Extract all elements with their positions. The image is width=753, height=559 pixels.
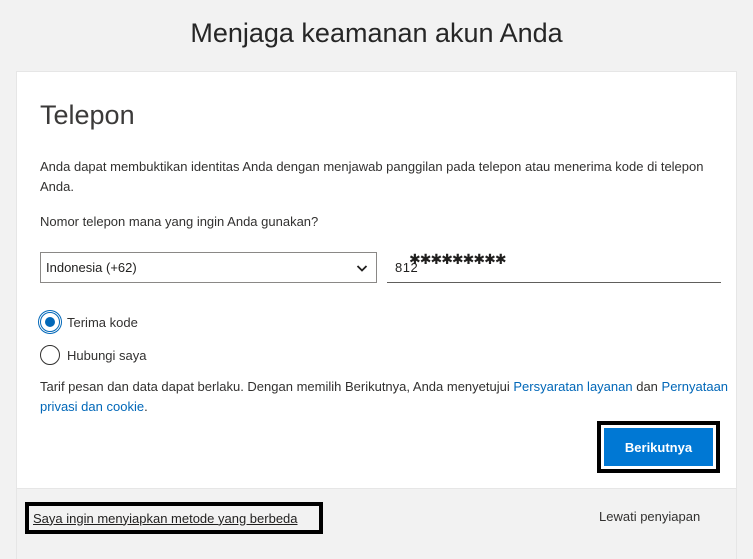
radio-call-me-label: Hubungi saya xyxy=(67,347,147,363)
alt-method-highlight: Saya ingin menyiapkan metode yang berbed… xyxy=(25,502,323,534)
description-text: Anda dapat membuktikan identitas Anda de… xyxy=(40,159,704,194)
terms-of-service-link[interactable]: Persyaratan layanan xyxy=(513,379,632,394)
radio-receive-code-label: Terima kode xyxy=(67,314,138,330)
skip-setup-link[interactable]: Lewati penyiapan xyxy=(599,509,700,524)
phone-question: Nomor telepon mana yang ingin Anda gunak… xyxy=(40,214,319,229)
terms-text: Tarif pesan dan data dapat berlaku. Deng… xyxy=(40,377,730,417)
terms-suffix: . xyxy=(144,399,148,414)
terms-prefix: Tarif pesan dan data dapat berlaku. Deng… xyxy=(40,379,514,394)
page-title: Menjaga keamanan akun Anda xyxy=(190,18,563,48)
radio-call-me[interactable]: Hubungi saya xyxy=(40,345,147,365)
next-button-highlight: Berikutnya xyxy=(597,421,720,473)
country-code-value: Indonesia (+62) xyxy=(46,260,137,275)
phone-number-input[interactable]: 812 ✱✱✱✱✱✱✱✱✱ xyxy=(387,251,721,283)
radio-button-checked[interactable] xyxy=(40,312,60,332)
different-method-link[interactable]: Saya ingin menyiapkan metode yang berbed… xyxy=(33,511,298,526)
country-code-select[interactable]: Indonesia (+62) xyxy=(40,252,377,283)
card-footer: Saya ingin menyiapkan metode yang berbed… xyxy=(17,488,736,559)
chevron-down-icon xyxy=(356,262,368,274)
auth-card: Telepon Anda dapat membuktikan identitas… xyxy=(16,71,737,559)
section-title: Telepon xyxy=(40,100,135,130)
radio-receive-code[interactable]: Terima kode xyxy=(40,312,138,332)
phone-number-mask: ✱✱✱✱✱✱✱✱✱ xyxy=(409,251,507,267)
next-button[interactable]: Berikutnya xyxy=(604,428,713,466)
terms-middle: dan xyxy=(632,379,662,394)
radio-button-unchecked[interactable] xyxy=(40,345,60,365)
